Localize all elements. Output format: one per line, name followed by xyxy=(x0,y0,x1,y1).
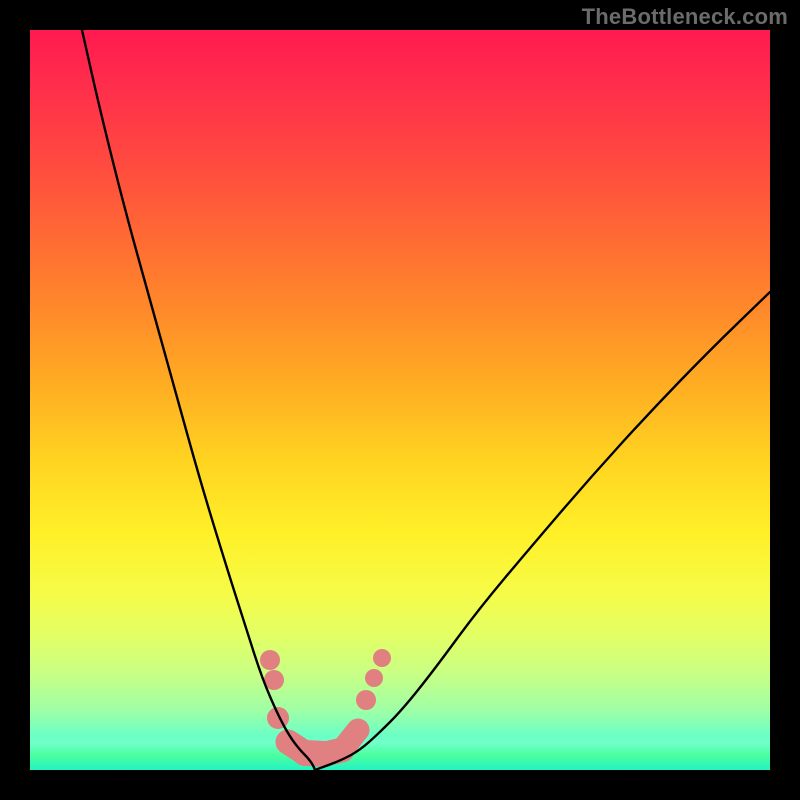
right-curve-path xyxy=(315,292,770,770)
chart-frame: TheBottleneck.com xyxy=(0,0,800,800)
bead-marker xyxy=(260,650,280,670)
bead-marker xyxy=(373,649,391,667)
bead-marker xyxy=(356,690,376,710)
bead-marker xyxy=(365,669,383,687)
bead-marker xyxy=(267,707,289,729)
marker-cluster xyxy=(260,649,391,767)
bead-marker xyxy=(347,719,369,741)
watermark-text: TheBottleneck.com xyxy=(582,4,788,30)
left-curve-path xyxy=(82,30,315,770)
chart-svg xyxy=(30,30,770,770)
